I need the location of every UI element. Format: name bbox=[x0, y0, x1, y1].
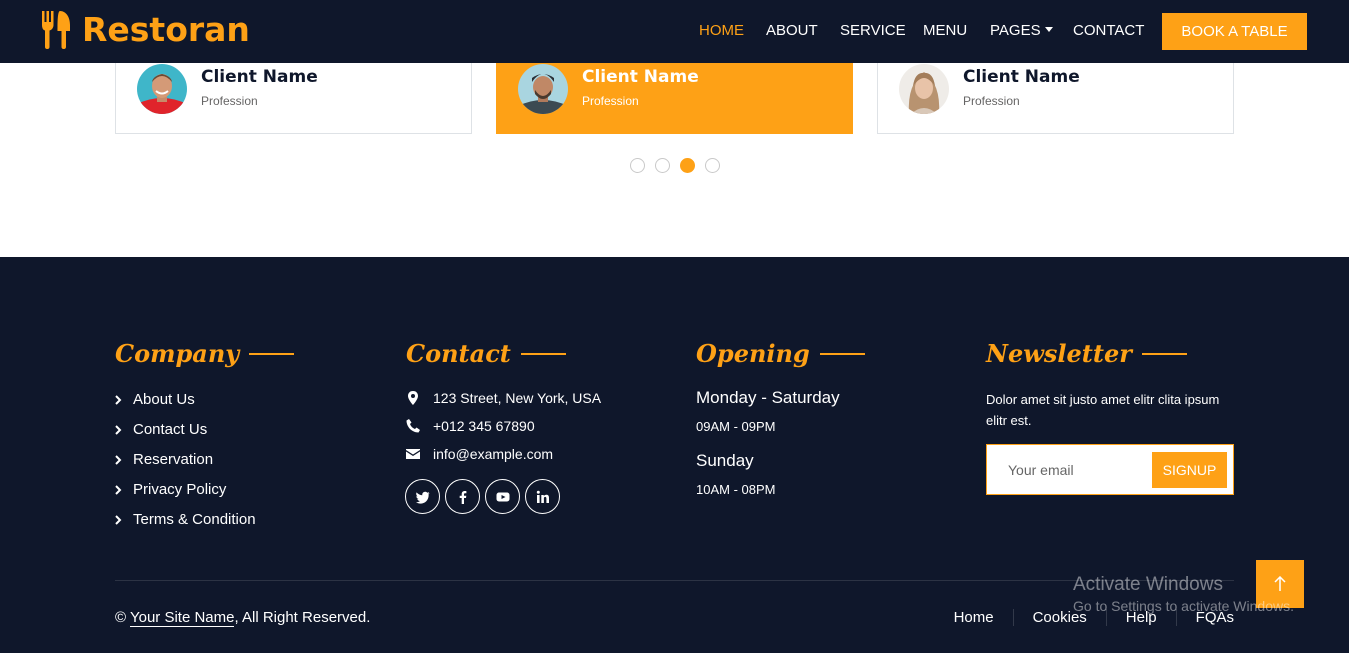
footer-link-contact-us[interactable]: Contact Us bbox=[115, 421, 207, 438]
footer-link-terms[interactable]: Terms & Condition bbox=[115, 511, 256, 528]
footer-menu-fqas[interactable]: FQAs bbox=[1177, 609, 1234, 626]
client-profession: Profession bbox=[201, 94, 258, 108]
carousel-dots bbox=[630, 158, 720, 173]
footer-link-label: About Us bbox=[133, 391, 195, 408]
envelope-icon bbox=[406, 449, 420, 459]
contact-address: 123 Street, New York, USA bbox=[406, 390, 601, 406]
brand-logo[interactable]: Restoran bbox=[40, 10, 250, 49]
twitter-icon bbox=[415, 491, 429, 504]
phone-icon bbox=[406, 419, 420, 433]
company-heading: Company bbox=[115, 339, 295, 368]
chevron-down-icon bbox=[1044, 26, 1053, 32]
navbar: Restoran HOME ABOUT SERVICE MENU PAGES C… bbox=[0, 0, 1349, 63]
footer-bottom-menu: Home Cookies Help FQAs bbox=[935, 609, 1234, 626]
testimonial-card: Client Name Profession bbox=[115, 55, 472, 134]
client-name: Client Name bbox=[963, 67, 1080, 87]
facebook-button[interactable] bbox=[445, 479, 480, 514]
email-text: info@example.com bbox=[433, 446, 554, 462]
site-name-link[interactable]: Your Site Name bbox=[129, 609, 235, 627]
phone-text: +012 345 67890 bbox=[433, 418, 535, 434]
opening-title: Opening bbox=[696, 339, 810, 368]
youtube-button[interactable] bbox=[485, 479, 520, 514]
avatar bbox=[518, 64, 568, 114]
facebook-icon bbox=[459, 490, 466, 504]
footer-link-privacy-policy[interactable]: Privacy Policy bbox=[115, 481, 226, 498]
footer-link-label: Terms & Condition bbox=[133, 511, 256, 528]
company-title: Company bbox=[115, 339, 240, 368]
client-profession: Profession bbox=[963, 94, 1020, 108]
carousel-dot[interactable] bbox=[655, 158, 670, 173]
contact-heading: Contact bbox=[406, 339, 566, 368]
utensils-icon bbox=[42, 10, 70, 49]
nav-contact[interactable]: CONTACT bbox=[1073, 22, 1144, 39]
footer-link-about-us[interactable]: About Us bbox=[115, 391, 195, 408]
address-text: 123 Street, New York, USA bbox=[433, 390, 602, 406]
newsletter-heading: Newsletter bbox=[986, 339, 1187, 368]
avatar bbox=[137, 64, 187, 114]
newsletter-form: SIGNUP bbox=[986, 444, 1234, 495]
carousel-dot-active[interactable] bbox=[680, 158, 695, 173]
twitter-button[interactable] bbox=[405, 479, 440, 514]
linkedin-button[interactable] bbox=[525, 479, 560, 514]
newsletter-title: Newsletter bbox=[986, 339, 1132, 368]
opening-hours: 09AM - 09PM bbox=[696, 419, 776, 434]
heading-underline bbox=[1141, 352, 1187, 355]
contact-email: info@example.com bbox=[406, 446, 553, 462]
nav-menu[interactable]: MENU bbox=[923, 22, 967, 39]
footer-menu-help[interactable]: Help bbox=[1107, 609, 1177, 626]
chevron-right-icon bbox=[115, 514, 122, 525]
chevron-right-icon bbox=[115, 454, 122, 465]
copyright-suffix: , All Right Reserved. bbox=[234, 609, 371, 626]
nav-service[interactable]: SERVICE bbox=[840, 22, 906, 39]
testimonial-card-active: Client Name Profession bbox=[496, 55, 853, 134]
nav-home[interactable]: HOME bbox=[699, 22, 744, 39]
carousel-dot[interactable] bbox=[705, 158, 720, 173]
newsletter-text: Dolor amet sit justo amet elitr clita ip… bbox=[986, 392, 1220, 428]
avatar bbox=[899, 64, 949, 114]
copyright: © Your Site Name, All Right Reserved. bbox=[115, 609, 371, 627]
opening-days: Monday - Saturday bbox=[696, 388, 840, 407]
arrow-up-icon bbox=[1274, 576, 1286, 591]
contact-phone: +012 345 67890 bbox=[406, 418, 535, 434]
client-name: Client Name bbox=[201, 67, 318, 87]
nav-pages-label: PAGES bbox=[990, 22, 1041, 39]
contact-title: Contact bbox=[406, 339, 511, 368]
signup-button[interactable]: SIGNUP bbox=[1152, 452, 1227, 488]
footer-link-label: Reservation bbox=[133, 451, 214, 468]
back-to-top-button[interactable] bbox=[1256, 560, 1304, 608]
carousel-dot[interactable] bbox=[630, 158, 645, 173]
client-profession: Profession bbox=[582, 94, 639, 108]
copyright-symbol: © bbox=[115, 609, 127, 626]
client-name: Client Name bbox=[582, 67, 699, 87]
chevron-right-icon bbox=[115, 484, 122, 495]
footer-menu-cookies[interactable]: Cookies bbox=[1014, 609, 1107, 626]
book-table-button[interactable]: BOOK A TABLE bbox=[1162, 13, 1307, 50]
map-marker-icon bbox=[408, 391, 418, 405]
heading-underline bbox=[249, 352, 295, 355]
heading-underline bbox=[819, 352, 865, 355]
opening-days: Sunday bbox=[696, 451, 754, 470]
footer-link-label: Contact Us bbox=[133, 421, 208, 438]
footer-link-label: Privacy Policy bbox=[133, 481, 227, 498]
footer-link-reservation[interactable]: Reservation bbox=[115, 451, 213, 468]
linkedin-icon bbox=[536, 490, 549, 503]
footer: Company About Us Contact Us Reservation … bbox=[0, 257, 1349, 653]
nav-pages-dropdown[interactable]: PAGES bbox=[990, 22, 1053, 39]
youtube-icon bbox=[496, 492, 509, 501]
heading-underline bbox=[520, 352, 566, 355]
brand-name: Restoran bbox=[82, 10, 250, 49]
nav-about[interactable]: ABOUT bbox=[766, 22, 818, 39]
newsletter-email-input[interactable] bbox=[988, 446, 1148, 493]
opening-heading: Opening bbox=[696, 339, 865, 368]
testimonial-card: Client Name Profession bbox=[877, 55, 1234, 134]
chevron-right-icon bbox=[115, 424, 122, 435]
footer-menu-home[interactable]: Home bbox=[935, 609, 1014, 626]
opening-hours: 10AM - 08PM bbox=[696, 482, 776, 497]
chevron-right-icon bbox=[115, 394, 122, 405]
footer-divider bbox=[115, 580, 1234, 581]
